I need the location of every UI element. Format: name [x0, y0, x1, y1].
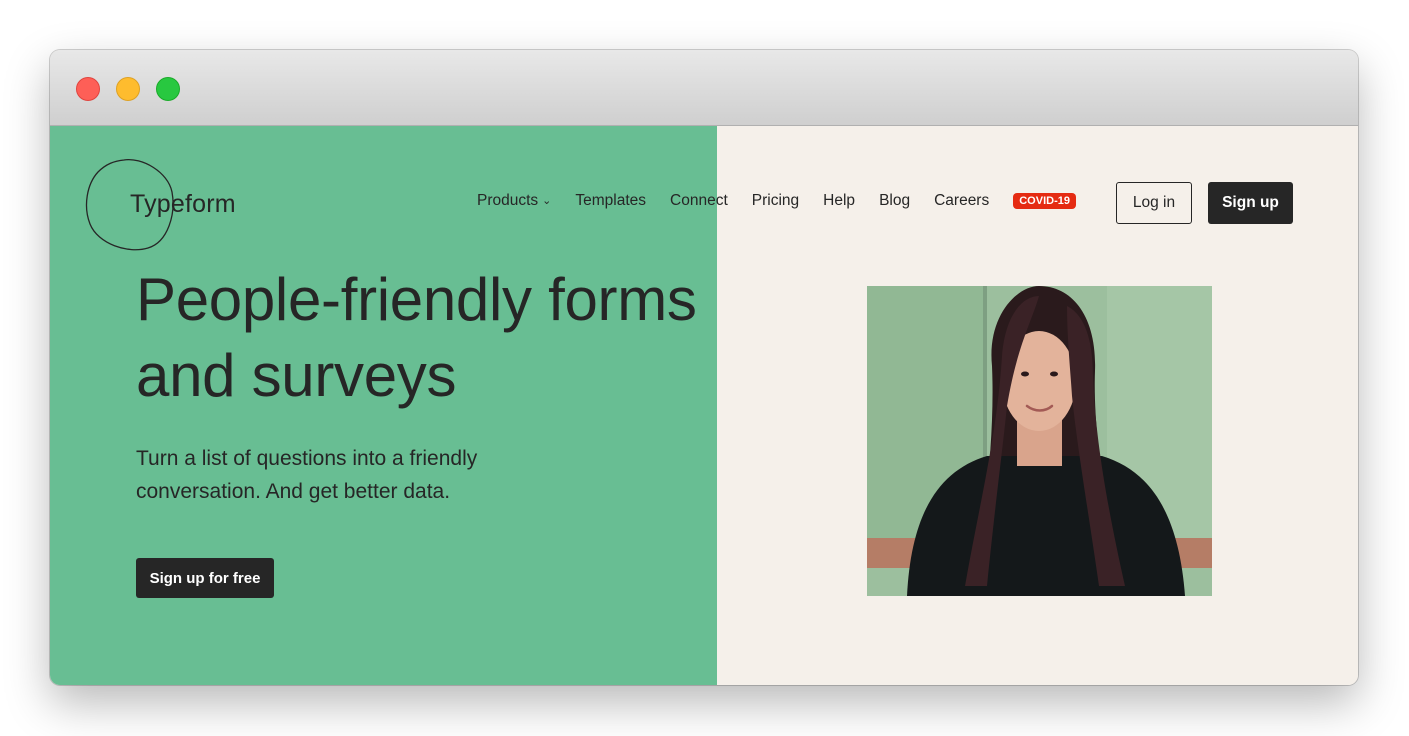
close-window-button[interactable]	[76, 77, 100, 101]
hero-headline-line-1: People-friendly forms	[136, 266, 697, 333]
nav-item-blog[interactable]: Blog	[879, 192, 910, 210]
typeform-logo[interactable]: Typeform	[84, 158, 236, 252]
nav-item-pricing[interactable]: Pricing	[752, 192, 799, 210]
browser-window: Typeform Products ⌄ Templates Connect Pri…	[50, 50, 1358, 685]
hero-headline: People-friendly forms and surveys	[136, 262, 776, 414]
nav-item-connect[interactable]: Connect	[670, 192, 728, 210]
hero-subheading-line-1: Turn a list of questions into a friendly	[136, 447, 478, 470]
nav-products-label: Products	[477, 192, 539, 209]
nav-item-products[interactable]: Products ⌄	[477, 192, 551, 210]
page-content: Typeform Products ⌄ Templates Connect Pri…	[50, 126, 1358, 685]
signup-button[interactable]: Sign up	[1208, 182, 1293, 224]
chevron-down-icon: ⌄	[542, 195, 552, 207]
login-button[interactable]: Log in	[1116, 182, 1192, 224]
person-portrait-image	[867, 286, 1212, 596]
minimize-window-button[interactable]	[116, 77, 140, 101]
zoom-window-button[interactable]	[156, 77, 180, 101]
hero-photo	[867, 286, 1212, 596]
nav-item-careers[interactable]: Careers	[934, 192, 989, 210]
hero-subheading: Turn a list of questions into a friendly…	[136, 442, 556, 508]
hero-subheading-line-2: conversation. And get better data.	[136, 480, 451, 503]
window-titlebar	[50, 50, 1358, 126]
nav-item-help[interactable]: Help	[823, 192, 855, 210]
hero-headline-line-2: and surveys	[136, 342, 457, 409]
logo-text: Typeform	[130, 190, 236, 218]
signup-free-button[interactable]: Sign up for free	[136, 558, 274, 598]
nav-item-templates[interactable]: Templates	[575, 192, 646, 210]
main-nav: Products ⌄ Templates Connect Pricing Help…	[477, 192, 1076, 210]
covid-badge[interactable]: COVID-19	[1013, 193, 1076, 209]
